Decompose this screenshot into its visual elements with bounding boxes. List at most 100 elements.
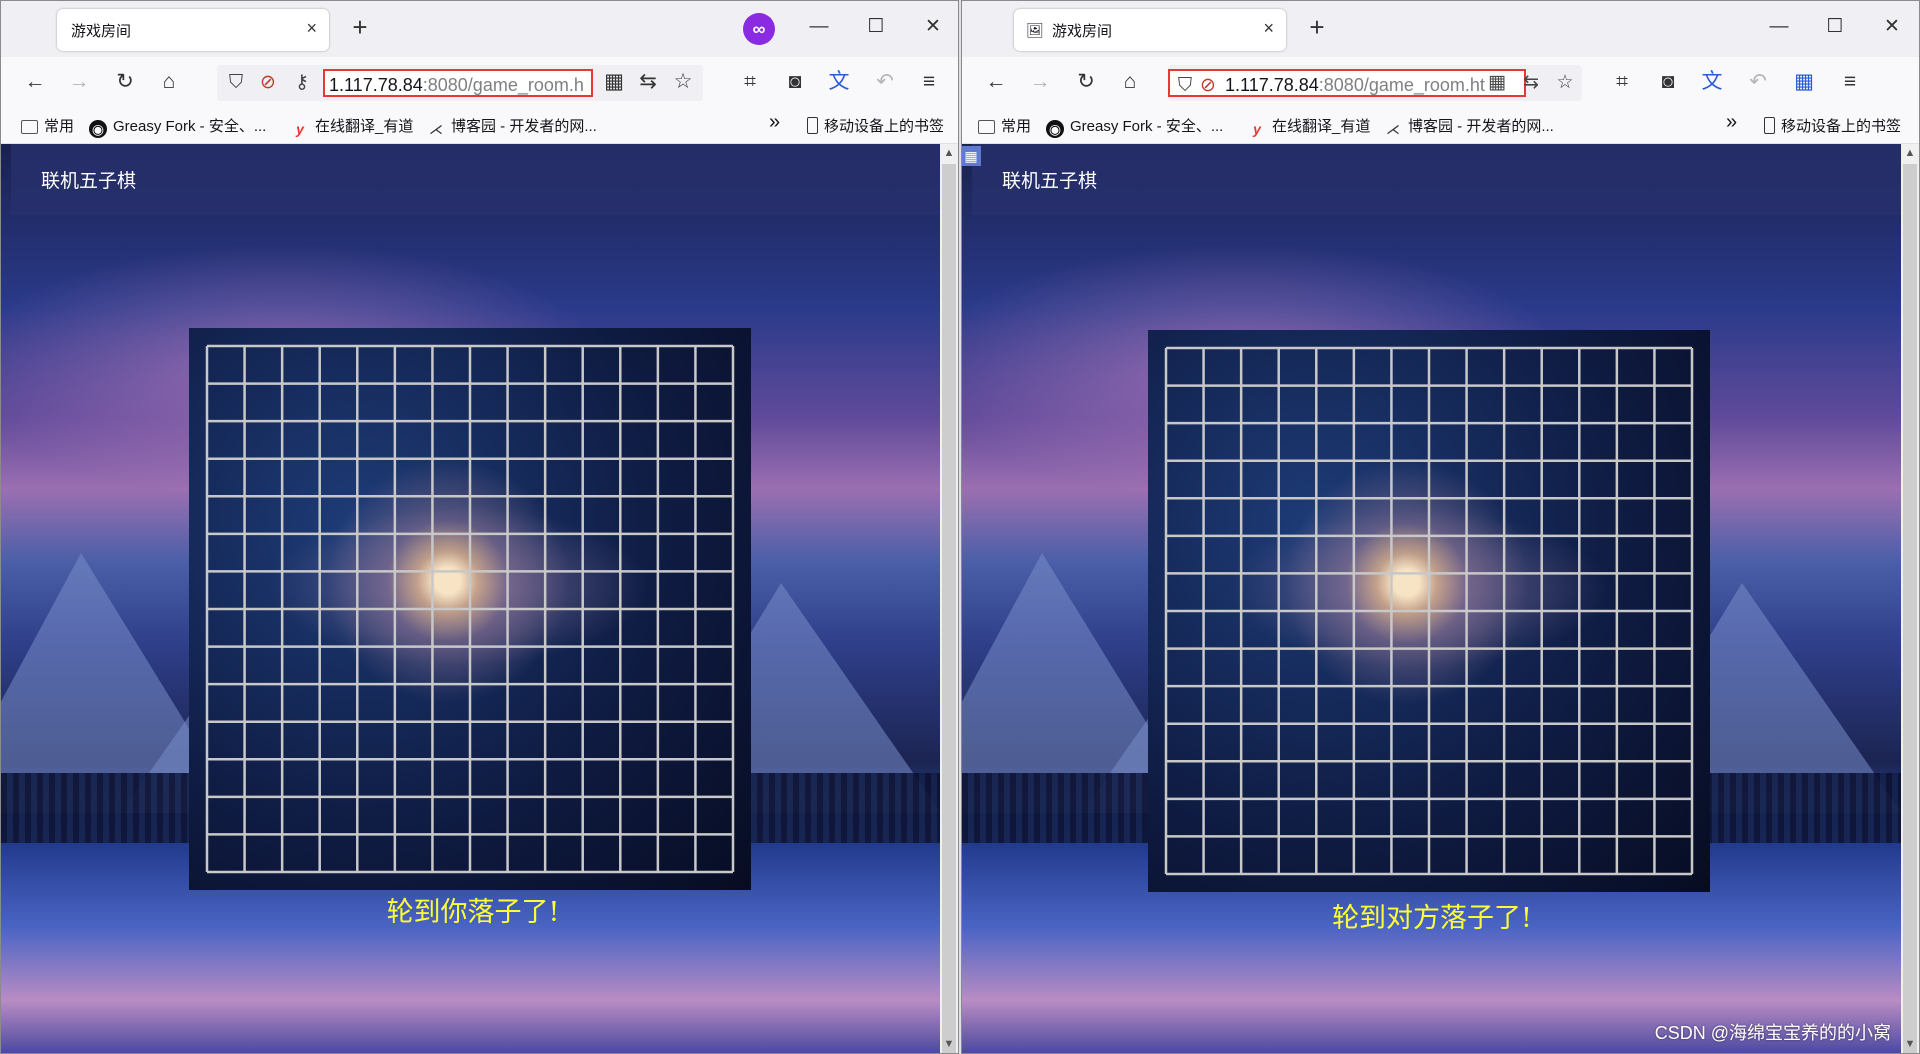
bookmark-youdao[interactable]: y 在线翻译_有道 — [291, 115, 413, 138]
url-host: 1.117.78.84 — [1225, 75, 1319, 95]
crop-icon[interactable]: ⌗ — [1606, 67, 1638, 97]
bookmark-label: 博客园 - 开发者的网... — [1408, 118, 1554, 135]
extension-ghost-icon[interactable]: ◙ — [1652, 67, 1684, 97]
bookmarks-bar: 常用 ◉ Greasy Fork - 安全、... y 在线翻译_有道 ⋌ 博客园 -… — [1, 107, 958, 144]
reload-icon[interactable]: ↻ — [1070, 67, 1102, 97]
bookmarks-bar: 常用 ◉ Greasy Fork - 安全、... y 在线翻译_有道 ⋌ 博客园 -… — [962, 107, 1919, 144]
crop-icon[interactable]: ⌗ — [734, 67, 766, 97]
bookmark-common[interactable]: 常用 — [21, 115, 74, 136]
insecure-lock-icon[interactable]: ⊘ — [255, 69, 281, 97]
insecure-lock-icon[interactable]: ⊘ — [1196, 72, 1220, 95]
new-tab-button[interactable]: + — [345, 13, 375, 43]
tab-game-room[interactable]: 游戏房间 × — [57, 9, 329, 51]
bookmark-greasy-fork[interactable]: ◉ Greasy Fork - 安全、... — [89, 115, 266, 138]
mobile-icon — [807, 117, 818, 134]
page-favicon-icon: 🖼 — [1026, 22, 1044, 38]
tab-title: 游戏房间 — [1052, 23, 1113, 40]
browser-window-right: 🖼 游戏房间 × + — ☐ ✕ ← → ↻ ⌂ ⛉ ⊘ 1.117.78.84:… — [961, 0, 1920, 1054]
bookmark-cnblogs[interactable]: ⋌ 博客园 - 开发者的网... — [1384, 115, 1554, 138]
scroll-up-icon[interactable]: ▲ — [940, 144, 958, 162]
back-icon[interactable]: ← — [19, 67, 51, 97]
board-grid — [205, 344, 735, 874]
forward-icon[interactable]: → — [1024, 67, 1056, 97]
translate-ext-icon[interactable]: 文 — [823, 67, 855, 97]
home-icon[interactable]: ⌂ — [1114, 67, 1146, 97]
star-icon[interactable]: ☆ — [1552, 69, 1578, 97]
extension-ghost-icon[interactable]: ◙ — [779, 67, 811, 97]
url-path: :8080/game_room.ht — [1318, 75, 1485, 95]
key-icon[interactable]: ⚷ — [289, 69, 315, 97]
url-bar[interactable]: ⛉ ⊘ 1.117.78.84:8080/game_room.ht ▦ ⇆ ☆ — [1168, 65, 1582, 101]
mobile-icon — [1764, 117, 1775, 134]
turn-status: 轮到你落子了! — [386, 897, 560, 928]
qr-icon[interactable]: ▦ — [598, 67, 630, 97]
board-grid — [1164, 346, 1694, 876]
extension-grid-icon[interactable]: ▦ — [1788, 67, 1820, 97]
bookmark-label: 博客园 - 开发者的网... — [451, 118, 597, 135]
tab-close-icon[interactable]: × — [1263, 18, 1274, 39]
bookmarks-overflow-icon[interactable]: » — [1726, 111, 1737, 134]
qr-icon[interactable]: ▦ — [1484, 69, 1510, 97]
nav-toolbar: ← → ↻ ⌂ ⛉ ⊘ ⚷ 1.117.78.84:8080/game_room… — [1, 57, 958, 107]
tab-close-icon[interactable]: × — [306, 18, 317, 39]
star-icon[interactable]: ☆ — [667, 67, 699, 97]
extension-infinity-icon[interactable]: ∞ — [743, 13, 775, 45]
url-text[interactable]: 1.117.78.84:8080/game_room.h — [323, 69, 593, 97]
maximize-button[interactable]: ☐ — [856, 13, 896, 43]
bookmarks-overflow-icon[interactable]: » — [769, 111, 780, 134]
bookmark-common[interactable]: 常用 — [978, 115, 1031, 136]
youdao-icon: y — [296, 121, 304, 137]
back-icon[interactable]: ← — [980, 67, 1012, 97]
close-window-button[interactable]: ✕ — [913, 13, 953, 43]
tab-game-room[interactable]: 🖼 游戏房间 × — [1014, 9, 1286, 51]
bookmark-label: 移动设备上的书签 — [824, 118, 945, 135]
reload-icon[interactable]: ↻ — [109, 67, 141, 97]
bookmark-mobile[interactable]: 移动设备上的书签 — [807, 115, 944, 136]
page-title: 联机五子棋 — [1002, 170, 1098, 192]
scroll-thumb[interactable] — [942, 164, 956, 1053]
bookmark-label: Greasy Fork - 安全、... — [113, 118, 267, 135]
scroll-down-icon[interactable]: ▼ — [1901, 1035, 1919, 1053]
shield-icon[interactable]: ⛉ — [223, 69, 249, 97]
close-window-button[interactable]: ✕ — [1872, 13, 1912, 43]
page-title: 联机五子棋 — [41, 170, 137, 192]
shield-icon[interactable]: ⛉ — [1174, 72, 1196, 95]
translate-icon[interactable]: ⇆ — [632, 67, 664, 97]
bookmark-greasy-fork[interactable]: ◉ Greasy Fork - 安全、... — [1046, 115, 1223, 138]
folder-icon — [21, 120, 38, 134]
page-grid-icon[interactable]: ▦ — [962, 146, 981, 166]
nav-toolbar: ← → ↻ ⌂ ⛉ ⊘ 1.117.78.84:8080/game_room.ht… — [962, 57, 1919, 107]
maximize-button[interactable]: ☐ — [1815, 13, 1855, 43]
tab-strip: 🖼 游戏房间 × + — ☐ ✕ — [962, 1, 1919, 57]
url-text[interactable]: ⛉ ⊘ 1.117.78.84:8080/game_room.ht — [1168, 69, 1526, 97]
browser-window-left: 游戏房间 × + ∞ — ☐ ✕ ← → ↻ ⌂ ⛉ ⊘ ⚷ 1.117.78.… — [0, 0, 959, 1054]
undo-icon[interactable]: ↶ — [869, 67, 901, 97]
translate-ext-icon[interactable]: 文 — [1696, 67, 1728, 97]
menu-icon[interactable]: ≡ — [1834, 67, 1866, 97]
gomoku-board[interactable] — [1148, 330, 1710, 892]
scroll-thumb[interactable] — [1903, 164, 1917, 1053]
turn-status: 轮到对方落子了! — [1332, 903, 1532, 934]
vertical-scrollbar[interactable]: ▲ ▼ — [940, 144, 958, 1053]
scroll-down-icon[interactable]: ▼ — [940, 1035, 958, 1053]
menu-icon[interactable]: ≡ — [913, 67, 945, 97]
home-icon[interactable]: ⌂ — [153, 67, 185, 97]
tab-title: 游戏房间 — [71, 23, 132, 40]
undo-icon[interactable]: ↶ — [1742, 67, 1774, 97]
new-tab-button[interactable]: + — [1302, 13, 1332, 43]
bookmark-youdao[interactable]: y 在线翻译_有道 — [1248, 115, 1370, 138]
bookmark-cnblogs[interactable]: ⋌ 博客园 - 开发者的网... — [427, 115, 597, 138]
bookmark-mobile[interactable]: 移动设备上的书签 — [1764, 115, 1901, 136]
vertical-scrollbar[interactable]: ▲ ▼ — [1901, 144, 1919, 1053]
minimize-button[interactable]: — — [799, 13, 839, 43]
greasy-fork-icon: ◉ — [1046, 120, 1064, 138]
url-path: :8080/game_room.h — [422, 75, 584, 95]
scroll-up-icon[interactable]: ▲ — [1901, 144, 1919, 162]
forward-icon[interactable]: → — [63, 67, 95, 97]
url-bar[interactable]: ⛉ ⊘ ⚷ 1.117.78.84:8080/game_room.h — [217, 65, 703, 101]
gomoku-board[interactable] — [189, 328, 751, 890]
folder-icon — [978, 120, 995, 134]
bookmark-label: 在线翻译_有道 — [1272, 118, 1371, 135]
minimize-button[interactable]: — — [1759, 13, 1799, 43]
translate-icon[interactable]: ⇆ — [1518, 69, 1544, 97]
